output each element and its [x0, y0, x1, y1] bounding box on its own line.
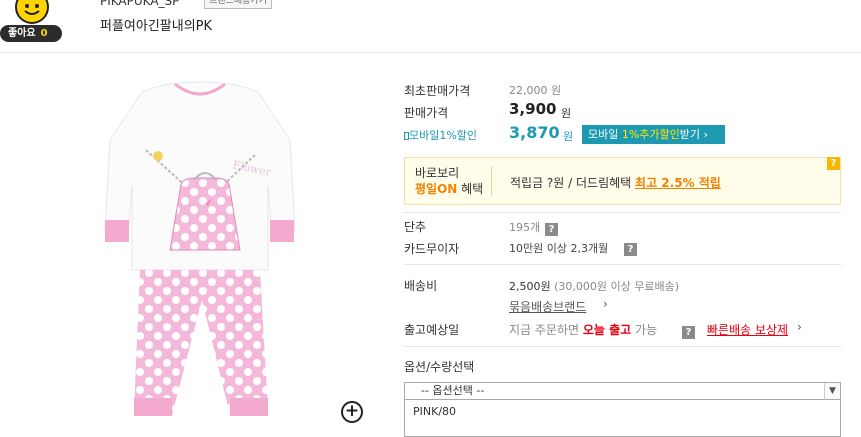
original-price-label: 최초판매가격: [404, 84, 471, 98]
mobile-discount-label: 모바일1%할인: [404, 127, 477, 143]
release-date-label: 출고예상일: [404, 323, 460, 337]
mobile-btn-text-c: 받기 ›: [679, 128, 708, 141]
shipping-fee-label: 배송비: [404, 279, 438, 293]
button-count-label: 단추: [404, 220, 427, 234]
benefit-points-text: 적립금 ?원 / 더드림혜택: [510, 176, 636, 190]
release-pre: 지금 주문하면: [509, 323, 583, 337]
bundle-shipping-link[interactable]: 묶음배송브랜드: [509, 298, 586, 315]
benefit-title-1: 바로보리: [415, 166, 460, 180]
sale-price-label: 판매가격: [404, 106, 449, 120]
benefit-help-icon[interactable]: ?: [827, 157, 840, 170]
zoom-plus-icon[interactable]: +: [341, 401, 363, 423]
option-item[interactable]: PINK/80: [413, 405, 832, 418]
fast-delivery-link[interactable]: 빠른배송 보상제: [707, 321, 788, 338]
option-label: 옵션/수량선택: [404, 360, 475, 374]
brand-name[interactable]: PIKAPUKA_SP: [100, 0, 179, 8]
like-label: 좋아요: [8, 28, 36, 39]
benefit-title-2: 평일ON 혜택: [415, 180, 483, 197]
mobile-price-value: 3,870: [509, 123, 560, 142]
card-installment-value: 10만원 이상 2,3개월: [509, 242, 609, 255]
mobile-discount-text: 모바일1%할인: [409, 129, 478, 142]
bundle-shipping-text: 묶음배송브랜드: [509, 300, 587, 314]
help-icon[interactable]: ?: [624, 237, 637, 256]
like-badge[interactable]: 좋아요 0: [0, 0, 64, 44]
like-count: 0: [40, 28, 48, 39]
row-divider: [404, 264, 841, 265]
release-today: 오늘 출고: [582, 323, 632, 337]
brand-shipping-button[interactable]: 브랜드배송가기: [204, 0, 272, 9]
shipping-fee-note: (30,000원 이상 무료배송): [550, 280, 680, 293]
help-icon[interactable]: ?: [545, 217, 558, 236]
option-list: PINK/80: [404, 400, 841, 437]
sale-price-unit: 원: [561, 107, 572, 120]
release-post: 가능: [631, 323, 658, 337]
shipping-fee-amount: 2,500원: [509, 280, 551, 293]
chevron-down-icon[interactable]: ▼: [824, 383, 840, 399]
benefit-divider: [491, 166, 492, 196]
header-divider: [0, 52, 861, 53]
row-divider: [404, 346, 841, 347]
button-count-value: 195개: [509, 221, 541, 234]
product-title: 퍼플여아긴팔내의PK: [100, 19, 213, 34]
release-date-value: 지금 주문하면 오늘 출고 가능: [509, 321, 657, 338]
original-price-value: 22,000 원: [509, 84, 562, 97]
fast-delivery-text: 빠른배송 보상제: [707, 323, 789, 337]
row-divider: [404, 212, 841, 213]
mobile-btn-text-a: 모바일: [588, 128, 622, 141]
option-select-value: -- 옵션선택 --: [421, 384, 485, 397]
mobile-btn-text-b: 1%추가할인: [621, 128, 680, 141]
benefit-box: 바로보리 평일ON 혜택 적립금 ?원 / 더드림혜택 최고 2.5% 적립 ?: [404, 157, 841, 205]
chevron-right-icon: ›: [797, 320, 802, 334]
benefit-weekday-on: 평일ON: [415, 182, 458, 196]
help-icon[interactable]: ?: [682, 320, 695, 339]
card-installment-label: 카드무이자: [404, 242, 460, 256]
mobile-price-unit: 원: [563, 130, 574, 143]
product-image[interactable]: Flower: [90, 70, 310, 430]
benefit-max-link[interactable]: 최고 2.5% 적립: [635, 176, 721, 190]
option-select[interactable]: -- 옵션선택 -- ▼: [404, 382, 841, 400]
chevron-right-icon: ›: [603, 297, 608, 311]
benefit-text: 적립금 ?원 / 더드림혜택 최고 2.5% 적립: [510, 174, 721, 191]
product-header: 좋아요 0 PIKAPUKA_SP 브랜드배송가기 퍼플여아긴팔내의PK: [0, 0, 861, 53]
mobile-discount-button[interactable]: 모바일 1%추가할인받기 ›: [582, 125, 725, 144]
benefit-title-suffix: 혜택: [457, 182, 484, 196]
shipping-fee-value: 2,500원 (30,000원 이상 무료배송): [509, 278, 679, 294]
smiley-icon: [15, 0, 49, 24]
sale-price-value: 3,900: [509, 100, 557, 118]
like-button[interactable]: 좋아요 0: [0, 25, 62, 42]
